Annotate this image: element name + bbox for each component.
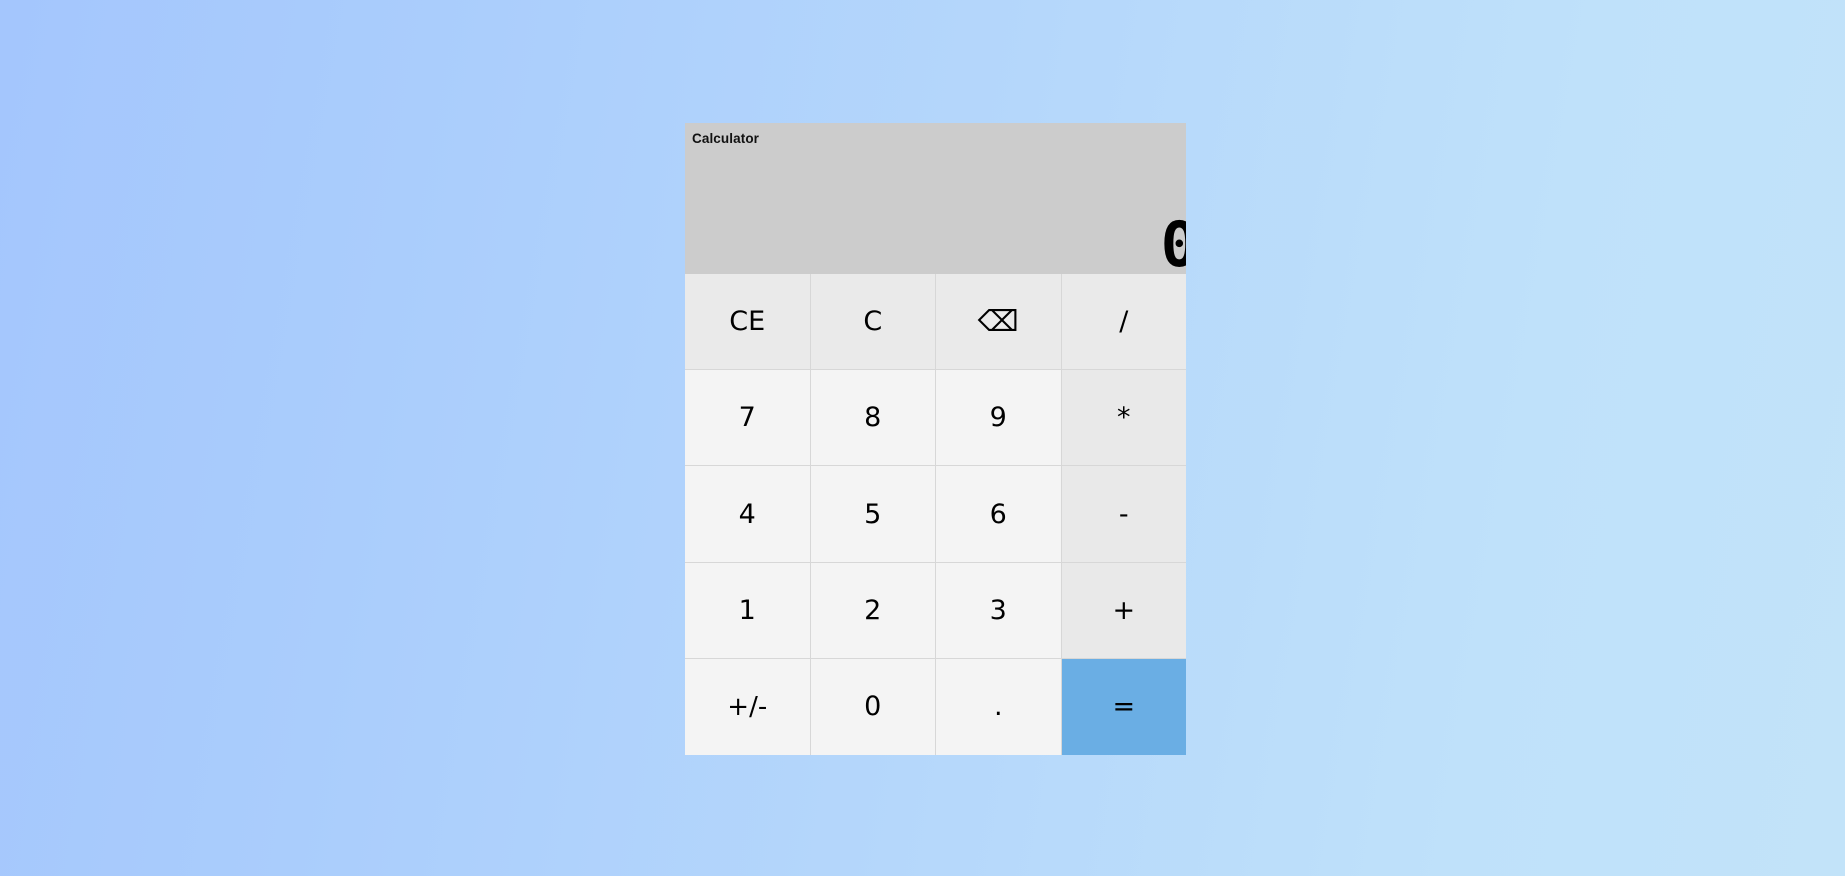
divide-key[interactable]: / [1061,274,1186,371]
keypad-row: +/- 0. = [685,658,1186,755]
decimal-point-key[interactable]: . [936,658,1062,755]
digit-7-key[interactable]: 7 [685,370,811,467]
clear-entry-key[interactable]: CE [685,274,811,371]
keypad-row: 456- [685,466,1186,563]
keypad-row: CE C ⌫ / [685,274,1186,371]
calculator-keypad: CE C ⌫/7 8 9 * 4 5 6-1 2 3 + +/- 0. = [685,274,1186,755]
digit-9-key[interactable]: 9 [936,370,1062,467]
display-value-container: 0 [685,210,1186,274]
keypad-row: 1 2 3 + [685,562,1186,659]
digit-5-key[interactable]: 5 [810,466,936,563]
equals-key[interactable]: = [1061,658,1186,755]
add-key[interactable]: + [1061,562,1186,659]
digit-3-key[interactable]: 3 [936,562,1062,659]
digit-2-key[interactable]: 2 [810,562,936,659]
digit-8-key[interactable]: 8 [810,370,936,467]
digit-6-key[interactable]: 6 [936,466,1062,563]
clear-key[interactable]: C [810,274,936,371]
multiply-key[interactable]: * [1061,370,1186,467]
page-title: Calculator [692,131,760,146]
calculator-window: Calculator 0 CE C ⌫/7 8 9 * 4 5 6-1 2 3 + +/- 0. = [685,123,1186,755]
digit-1-key[interactable]: 1 [685,562,811,659]
calculator-display: Calculator 0 [685,123,1186,274]
sign-toggle-key[interactable]: +/- [685,658,811,755]
digit-0-key[interactable]: 0 [810,658,936,755]
backspace-icon[interactable]: ⌫ [936,274,1062,371]
keypad-row: 7 8 9 * [685,370,1186,467]
digit-4-key[interactable]: 4 [685,466,811,563]
display-value: 0 [1160,210,1186,274]
subtract-key[interactable]: - [1061,466,1186,563]
